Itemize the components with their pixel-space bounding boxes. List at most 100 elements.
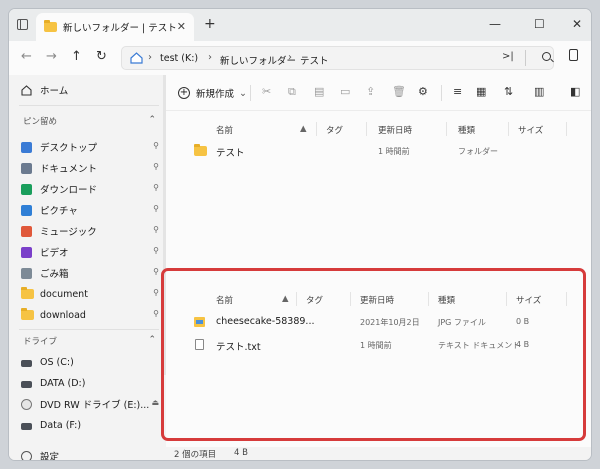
column-name[interactable]: 名前 [216,124,233,136]
breadcrumb-drive[interactable]: test (K:) [160,53,198,64]
sidebar-item-download[interactable]: ダウンロード ⚲ [21,180,161,198]
breadcrumb-folder[interactable]: 新しいフォルダー [220,53,296,67]
chevron-down-icon: ⌄ [239,87,247,99]
sidebar-item-label: ドキュメント [40,164,98,175]
pin-icon[interactable]: ⚲ [153,267,159,276]
back-button[interactable]: ← [21,49,32,65]
sidebar-item-label: ビデオ [40,248,69,259]
paste-icon[interactable]: ▤ [314,86,324,98]
rename-icon[interactable]: ▭ [340,86,350,98]
sidebar-item-recycle-bin[interactable]: ごみ箱 ⚲ [21,264,161,282]
pin-icon[interactable]: ⚲ [153,246,159,255]
dvd-drive-icon [21,398,32,410]
videos-icon [21,246,32,258]
chevron-up-icon[interactable]: ⌃ [148,335,156,345]
copy-icon[interactable]: ⧉ [288,86,296,98]
navigation-bar: ← → ↑ ↻ › test (K:) › 新しいフォルダー › テスト >| [9,41,591,75]
divider [441,85,442,101]
music-icon [21,225,32,237]
sidebar-item-folder[interactable]: download ⚲ [21,306,161,324]
folder-icon [44,20,57,32]
sidebar: ホーム ピン留め ⌃ デスクトップ ⚲ ドキュメント ⚲ ダウンロード ⚲ ピクチャ ⚲ ミュー… [9,75,166,460]
divider [19,329,159,330]
drive-icon [21,422,32,430]
cut-icon[interactable]: ✂ [262,86,271,98]
breadcrumb-current[interactable]: テスト [300,53,329,67]
sort-icon[interactable]: ≡ [453,86,462,98]
pin-icon[interactable]: ⚲ [153,309,159,318]
pin-icon[interactable]: ⚲ [153,141,159,150]
pin-icon[interactable]: ⚲ [153,183,159,192]
sidebar-item-drive[interactable]: OS (C:) [21,353,161,371]
sidebar-item-home[interactable]: ホーム [21,81,161,99]
drive-icon [21,359,32,367]
address-divider [525,50,526,66]
up-button[interactable]: ↑ [71,49,82,65]
new-button[interactable]: + 新規作成 ⌄ [178,86,247,100]
divider [19,105,159,106]
sidebar-item-drive[interactable]: DVD RW ドライブ (E:)... ⏏ [21,395,161,413]
sidebar-item-drive[interactable]: DATA (D:) [21,374,161,392]
maximize-button[interactable]: ☐ [534,17,545,31]
sidebar-item-documents[interactable]: ドキュメント ⚲ [21,159,161,177]
list-item[interactable]: テスト 1 時間前 フォルダー [166,140,591,162]
command-bar: + 新規作成 ⌄ ✂ ⧉ ▤ ▭ ⇪ 🗑︎ ⚙ ≡ ▦ ⇅ ▥ ◧ [166,75,591,111]
pictures-icon [21,204,32,216]
status-item-count: 2 個の項目 [174,450,217,460]
pin-icon[interactable]: ⚲ [153,225,159,234]
breadcrumb-separator: › [288,52,292,63]
sidebar-item-pictures[interactable]: ピクチャ ⚲ [21,201,161,219]
column-tags[interactable]: タグ [326,124,343,136]
eject-icon[interactable]: ⏏ [151,398,159,407]
new-tab-button[interactable]: + [204,17,216,31]
tab-active[interactable]: 新しいフォルダー | テスト ✕ [36,13,194,41]
file-modified: 1 時間前 [378,147,410,156]
calculator-icon[interactable] [569,49,578,61]
sort-up-icon: ▲ [300,124,307,134]
tab-title: 新しいフォルダー | テスト [63,23,177,34]
address-bar[interactable]: › test (K:) › 新しいフォルダー › テスト >| [121,46,554,70]
sort-direction-icon[interactable]: ⇅ [504,86,513,98]
title-bar: 新しいフォルダー | テスト ✕ + — ☐ ✕ [9,9,591,41]
pin-icon[interactable]: ⚲ [153,288,159,297]
column-modified[interactable]: 更新日時 [378,124,412,136]
chevron-up-icon[interactable]: ⌃ [148,115,156,125]
sidebar-item-label: ミュージック [40,227,97,238]
pin-icon[interactable]: ⚲ [153,204,159,213]
tab-close-button[interactable]: ✕ [177,20,186,33]
sidebar-item-drive[interactable]: Data (F:) [21,416,161,434]
sidebar-item-label: OS (C:) [40,356,74,368]
view-icon[interactable]: ▦ [476,86,486,98]
sidebar-item-videos[interactable]: ビデオ ⚲ [21,243,161,261]
pin-icon[interactable]: ⚲ [153,162,159,171]
refresh-button[interactable]: ↻ [96,49,107,65]
close-button[interactable]: ✕ [572,17,582,31]
column-header: 名前 ▲ タグ 更新日時 種類 サイズ [166,119,591,139]
minimize-button[interactable]: — [489,17,501,31]
address-expand-button[interactable]: >| [502,51,514,62]
folder-icon [21,287,34,299]
share-icon[interactable]: ⇪ [366,86,375,98]
sidebar-toggle-icon[interactable] [17,19,28,30]
column-type[interactable]: 種類 [458,124,475,136]
download-icon [21,183,32,195]
delete-icon[interactable]: 🗑︎ [392,86,406,98]
properties-icon[interactable]: ⚙ [418,86,428,98]
sidebar-item-label: document [40,288,88,300]
documents-icon [21,162,32,174]
home-icon [130,52,143,64]
search-icon[interactable] [542,52,551,61]
details-pane-icon[interactable]: ◧ [570,86,580,98]
sidebar-item-folder[interactable]: document ⚲ [21,285,161,303]
column-size[interactable]: サイズ [518,124,543,136]
sidebar-item-desktop[interactable]: デスクトップ ⚲ [21,138,161,156]
file-type: フォルダー [458,147,498,156]
forward-button[interactable]: → [46,49,57,65]
sidebar-item-settings[interactable]: 設定 [21,447,161,460]
layout-icon[interactable]: ▥ [534,86,544,98]
sidebar-item-label: ピクチャ [40,206,78,217]
sidebar-item-label: download [40,309,86,321]
sidebar-item-music[interactable]: ミュージック ⚲ [21,222,161,240]
sidebar-item-label: DVD RW ドライブ (E:)... [40,400,150,411]
drives-header: ドライブ [23,337,58,347]
